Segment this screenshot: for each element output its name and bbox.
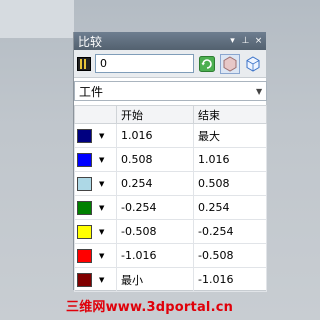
watermark-text: 三维网www.3dportal.cn	[66, 300, 234, 315]
end-value[interactable]: -0.508	[193, 243, 267, 268]
header-color	[74, 105, 117, 124]
background-area	[0, 0, 74, 38]
end-value[interactable]: -0.254	[193, 219, 267, 244]
dropdown-triangle-icon: ▼	[99, 227, 105, 236]
object-select[interactable]: 工件 ▼	[74, 81, 267, 101]
dropdown-triangle-icon: ▼	[99, 251, 105, 260]
wireframe-hexagon-icon	[246, 55, 260, 72]
color-swatch	[77, 248, 92, 263]
dropdown-triangle-icon: ▼	[99, 203, 105, 212]
refresh-icon	[199, 55, 215, 72]
dropdown-triangle-icon: ▼	[99, 179, 105, 188]
end-value[interactable]: 0.508	[193, 171, 267, 196]
end-value[interactable]: 最大	[193, 123, 267, 148]
header-start: 开始	[116, 105, 194, 124]
refresh-button[interactable]	[197, 54, 217, 74]
color-swatch	[77, 272, 92, 287]
dropdown-triangle-icon: ▼	[99, 275, 105, 284]
color-picker[interactable]: ▼	[74, 123, 117, 148]
film-strip-icon	[77, 56, 91, 71]
end-value[interactable]: 0.254	[193, 195, 267, 220]
start-value[interactable]: 0.254	[116, 171, 194, 196]
color-range-table: 开始 结束 ▼ 1.016 最大 ▼ 0.508 1.016 ▼ 0.254 0…	[74, 105, 267, 292]
panel-toolbar	[74, 50, 266, 78]
color-picker[interactable]: ▼	[74, 171, 117, 196]
end-value[interactable]: -1.016	[193, 267, 267, 292]
color-picker[interactable]: ▼	[74, 219, 117, 244]
table-row: ▼ -0.254 0.254	[74, 195, 267, 220]
color-swatch	[77, 152, 92, 167]
start-value[interactable]: -0.508	[116, 219, 194, 244]
end-value[interactable]: 1.016	[193, 147, 267, 172]
panel-titlebar: 比较 ▾ ⊥ ×	[74, 32, 266, 50]
table-row: ▼ 0.508 1.016	[74, 147, 267, 172]
color-picker[interactable]: ▼	[74, 147, 117, 172]
start-value[interactable]: 0.508	[116, 147, 194, 172]
table-row: ▼ 最小 -1.016	[74, 267, 267, 292]
color-swatch	[77, 200, 92, 215]
color-picker[interactable]: ▼	[74, 267, 117, 292]
color-swatch	[77, 224, 92, 239]
shaded-view-button[interactable]	[220, 53, 240, 74]
dropdown-triangle-icon: ▼	[99, 155, 105, 164]
table-row: ▼ 1.016 最大	[74, 123, 267, 148]
pin-icon[interactable]: ⊥	[240, 34, 251, 48]
start-value[interactable]: 1.016	[116, 123, 194, 148]
header-end: 结束	[193, 105, 267, 124]
close-icon[interactable]: ×	[253, 34, 264, 48]
table-row: ▼ 0.254 0.508	[74, 171, 267, 196]
start-value[interactable]: 最小	[116, 267, 194, 292]
shaded-hexagon-icon	[223, 55, 237, 72]
dropdown-arrow-icon[interactable]: ▾	[227, 34, 238, 48]
color-picker[interactable]: ▼	[74, 195, 117, 220]
chevron-down-icon: ▼	[256, 86, 263, 96]
start-value[interactable]: -0.254	[116, 195, 194, 220]
tolerance-input[interactable]	[95, 54, 194, 73]
color-picker[interactable]: ▼	[74, 243, 117, 268]
table-row: ▼ -0.508 -0.254	[74, 219, 267, 244]
color-swatch	[77, 128, 92, 143]
start-value[interactable]: -1.016	[116, 243, 194, 268]
object-select-value: 工件	[79, 84, 104, 99]
wireframe-view-button[interactable]	[243, 54, 263, 74]
table-row: ▼ -1.016 -0.508	[74, 243, 267, 268]
panel-title: 比较	[78, 34, 103, 49]
compare-panel: 比较 ▾ ⊥ × 工件 ▼	[73, 32, 267, 292]
table-header-row: 开始 结束	[74, 105, 267, 124]
color-swatch	[77, 176, 92, 191]
dropdown-triangle-icon: ▼	[99, 131, 105, 140]
